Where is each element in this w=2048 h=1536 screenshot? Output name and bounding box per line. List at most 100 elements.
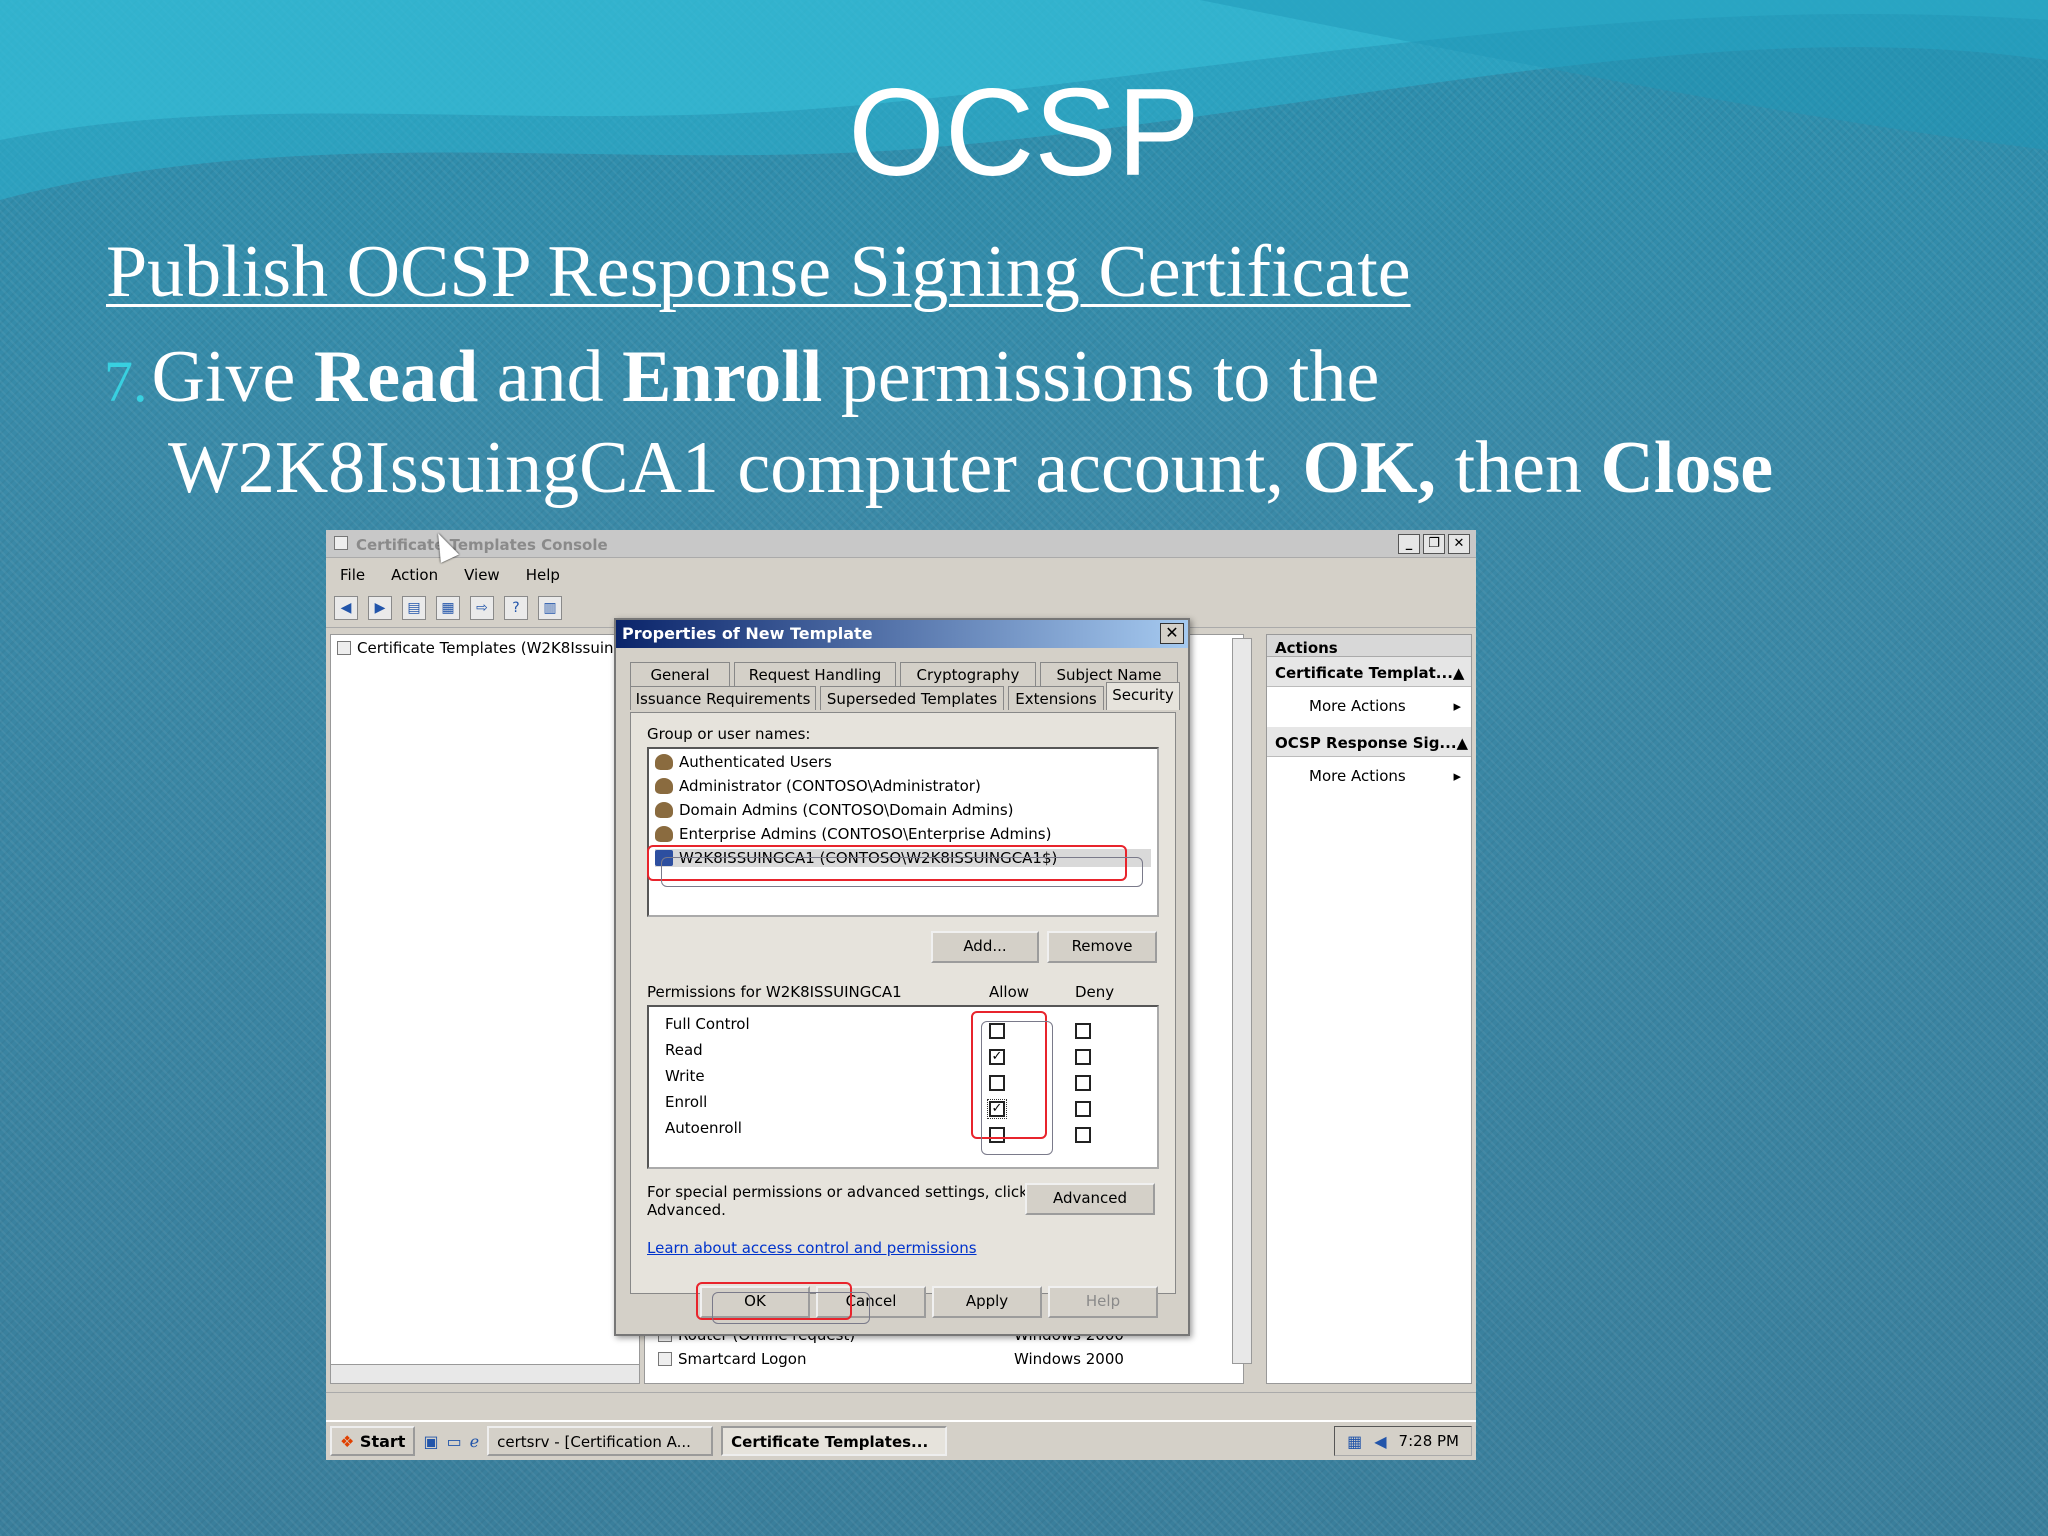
permission-autoenroll: Autoenroll [665,1119,742,1137]
list-item-domain-admins[interactable]: Domain Admins (CONTOSO\Domain Admins) [655,801,1014,819]
close-icon[interactable]: ✕ [1448,534,1470,554]
deny-checkbox-enroll[interactable] [1075,1101,1091,1117]
tree-item-label: Certificate Templates (W2K8Issuing [357,639,624,657]
step-text: and [478,336,623,418]
list-item-administrator[interactable]: Administrator (CONTOSO\Administrator) [655,777,981,795]
step-bold-enroll: Enroll [622,336,823,418]
more-actions-item[interactable]: More Actions ▸ [1267,757,1471,797]
advanced-button[interactable]: Advanced [1025,1183,1155,1215]
list-item-version: Windows 2000 [1014,1350,1124,1368]
actions-section-certificate-templates[interactable]: Certificate Templat... ▲ [1267,657,1471,687]
permission-write: Write [665,1067,705,1085]
more-actions-item[interactable]: More Actions ▸ [1267,687,1471,727]
step-text: permissions to the [822,336,1380,418]
forward-arrow-icon[interactable]: ▶ [368,595,392,620]
user-name: Administrator (CONTOSO\Administrator) [679,777,981,795]
deny-checkbox-read[interactable] [1075,1049,1091,1065]
tab-security[interactable]: Security [1106,682,1180,710]
apply-button[interactable]: Apply [932,1286,1042,1318]
taskbar-item-certsrv[interactable]: certsrv - [Certification A... [487,1426,714,1456]
user-name: Authenticated Users [679,753,832,771]
menu-action[interactable]: Action [391,566,438,588]
internet-explorer-icon[interactable]: ℯ [470,1432,479,1451]
permission-enroll: Enroll [665,1093,708,1111]
submenu-arrow-icon: ▸ [1453,697,1461,715]
remove-button[interactable]: Remove [1047,931,1157,963]
volume-muted-icon[interactable]: ◀ [1374,1432,1386,1451]
help-button[interactable]: Help [1048,1286,1158,1318]
start-button[interactable]: ❖ Start [330,1426,416,1456]
learn-access-control-link[interactable]: Learn about access control and permissio… [647,1239,977,1257]
slide-title: OCSP [848,64,1200,202]
list-item[interactable]: Smartcard Logon [658,1350,806,1368]
step-line-2: W2K8IssuingCA1 computer account, OK, the… [104,425,1773,511]
deny-column-header: Deny [1075,983,1115,1001]
step-text: then [1436,427,1601,509]
group-or-user-names-label: Group or user names: [647,725,811,743]
network-icon[interactable]: ▦ [1347,1432,1362,1451]
user-group-icon [655,754,673,770]
tab-general[interactable]: General [630,662,730,686]
tab-extensions[interactable]: Extensions [1008,686,1104,710]
menu-file[interactable]: File [340,566,365,588]
list-item-enterprise-admins[interactable]: Enterprise Admins (CONTOSO\Enterprise Ad… [655,825,1051,843]
server-manager-icon[interactable]: ▣ [423,1432,438,1451]
dialog-title: Properties of New Template [622,624,873,643]
tab-issuance-requirements[interactable]: Issuance Requirements [630,686,816,710]
dialog-close-icon[interactable]: ✕ [1160,623,1184,644]
collapse-up-icon: ▲ [1452,664,1465,682]
deny-checkbox-autoenroll[interactable] [1075,1127,1091,1143]
list-item-name: Smartcard Logon [678,1350,807,1368]
more-actions-label: More Actions [1309,767,1406,785]
user-group-icon [655,826,673,842]
list-item-authenticated-users[interactable]: Authenticated Users [655,753,832,771]
menu-view[interactable]: View [464,566,500,588]
tree-horizontal-scrollbar[interactable] [330,1364,640,1384]
step-bold-read: Read [313,336,479,418]
taskbar: ❖ Start ▣ ▭ ℯ certsrv - [Certification A… [326,1420,1476,1460]
actions-header: Actions [1267,635,1471,657]
clock[interactable]: 7:28 PM [1399,1432,1459,1450]
tab-cryptography[interactable]: Cryptography [900,662,1036,686]
help-icon[interactable]: ? [504,595,528,620]
properties-icon[interactable]: ▦ [436,595,460,620]
user-group-icon [655,802,673,818]
section-title: Certificate Templat... [1275,664,1453,682]
mmc-title: Certificate Templates Console [356,536,608,554]
tab-superseded-templates[interactable]: Superseded Templates [820,686,1004,710]
mmc-titlebar[interactable]: Certificate Templates Console _ ❐ ✕ [326,530,1476,558]
step-number: 7. [104,349,148,414]
taskbar-item-certificate-templates[interactable]: Certificate Templates... [721,1426,948,1456]
allow-column-header: Allow [989,983,1030,1001]
actions-pane: Actions Certificate Templat... ▲ More Act… [1266,634,1472,1384]
tab-request-handling[interactable]: Request Handling [734,662,896,686]
special-permissions-text: For special permissions or advanced sett… [647,1183,1028,1201]
status-bar [326,1392,1476,1418]
step-bold-ok: OK, [1302,427,1437,509]
menu-bar: File Action View Help [326,558,1476,588]
minimize-icon[interactable]: _ [1398,534,1420,554]
actions-section-ocsp-response[interactable]: OCSP Response Sig... ▲ [1267,727,1471,757]
show-action-pane-icon[interactable]: ▥ [538,595,562,620]
template-icon [658,1352,672,1366]
console-icon [334,536,348,550]
highlight-selected-user-outline [661,857,1143,887]
menu-help[interactable]: Help [526,566,560,588]
deny-checkbox-write[interactable] [1075,1075,1091,1091]
restore-icon[interactable]: ❐ [1423,534,1445,554]
collapse-up-icon: ▲ [1456,734,1469,752]
show-tree-icon[interactable]: ▤ [402,595,426,620]
export-list-icon[interactable]: ⇨ [470,595,494,620]
dialog-titlebar[interactable]: Properties of New Template ✕ [616,620,1188,648]
start-label: Start [359,1432,406,1451]
list-vertical-scrollbar[interactable] [1232,638,1252,1364]
back-arrow-icon[interactable]: ◀ [334,595,358,620]
highlight-ok-button-outline [712,1292,870,1324]
tree-item-certificate-templates[interactable]: Certificate Templates (W2K8Issuing [337,639,637,657]
system-tray: ▦ ◀ 7:28 PM [1334,1426,1472,1456]
add-button[interactable]: Add... [931,931,1039,963]
more-actions-label: More Actions [1309,697,1406,715]
deny-checkbox-full-control[interactable] [1075,1023,1091,1039]
section-title: OCSP Response Sig... [1275,734,1457,752]
show-desktop-icon[interactable]: ▭ [447,1432,462,1451]
